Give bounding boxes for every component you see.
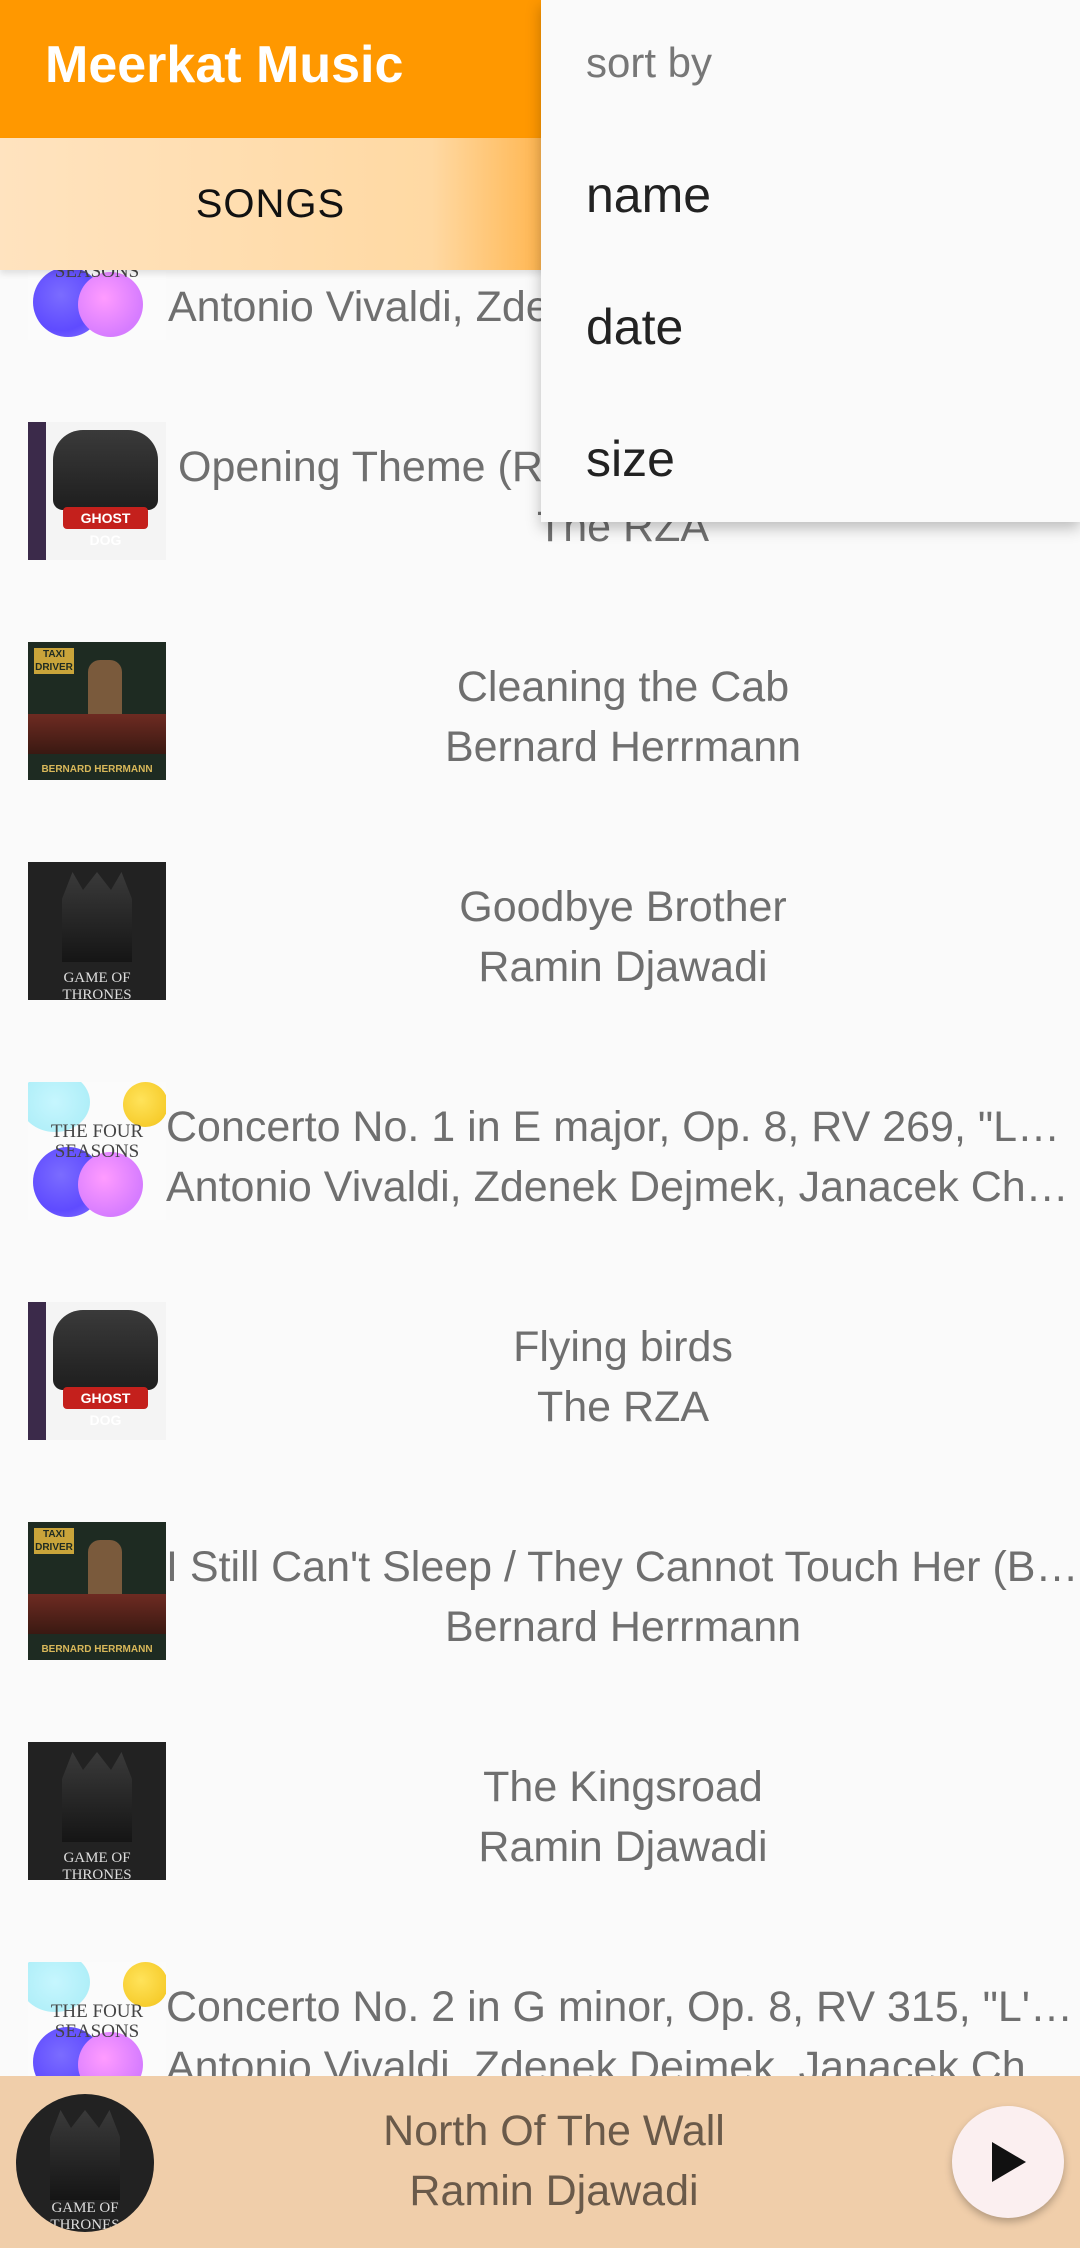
song-title: Flying birds bbox=[513, 1323, 733, 1371]
song-title: Goodbye Brother bbox=[459, 883, 787, 931]
album-art: THE FOUR SEASONS bbox=[28, 270, 166, 340]
song-row[interactable]: GAME OF THRONES Goodbye Brother Ramin Dj… bbox=[0, 822, 1080, 1042]
song-row[interactable]: GHOST DOG Flying birds The RZA bbox=[0, 1262, 1080, 1482]
song-artist: Ramin Djawadi bbox=[478, 1823, 768, 1871]
album-art: GAME OF THRONES bbox=[28, 1742, 166, 1880]
song-title: Concerto No. 2 in G minor, Op. 8, RV 315… bbox=[166, 1983, 1080, 2031]
now-playing-title: North Of The Wall bbox=[383, 2107, 725, 2155]
sort-option-date[interactable]: date bbox=[586, 292, 683, 362]
song-title: The Kingsroad bbox=[483, 1763, 763, 1811]
album-art: THE FOUR SEASONS bbox=[28, 1962, 166, 2076]
song-row[interactable]: TAXI DRIVER BERNARD HERRMANN Cleaning th… bbox=[0, 602, 1080, 822]
song-artist: Ramin Djawadi bbox=[478, 943, 768, 991]
song-artist: The RZA bbox=[536, 1383, 710, 1431]
song-title: Concerto No. 1 in E major, Op. 8, RV 269… bbox=[166, 1103, 1080, 1151]
song-artist: Bernard Herrmann bbox=[444, 1603, 802, 1651]
song-row[interactable]: GAME OF THRONES The Kingsroad Ramin Djaw… bbox=[0, 1702, 1080, 1922]
app-title: Meerkat Music bbox=[45, 36, 404, 94]
tab-songs[interactable]: SONGS bbox=[0, 138, 541, 270]
song-artist: Bernard Herrmann bbox=[444, 723, 802, 771]
song-row[interactable]: THE FOUR SEASONS Concerto No. 1 in E maj… bbox=[0, 1042, 1080, 1262]
album-art: TAXI DRIVER BERNARD HERRMANN bbox=[28, 642, 166, 780]
song-title: I Still Can't Sleep / They Cannot Touch … bbox=[166, 1543, 1080, 1591]
song-title: Cleaning the Cab bbox=[456, 663, 790, 711]
album-art: GAME OF THRONES bbox=[28, 862, 166, 1000]
sort-option-name[interactable]: name bbox=[586, 160, 711, 230]
sort-option-size[interactable]: size bbox=[586, 424, 675, 494]
sort-menu: sort by name date size bbox=[541, 0, 1080, 522]
song-list[interactable]: THE FOUR SEASONS Antonio Vivaldi, Zdenek… bbox=[0, 270, 1080, 2076]
album-art: TAXI DRIVER BERNARD HERRMANN bbox=[28, 1522, 166, 1660]
song-artist: Antonio Vivaldi, Zdenek Dejmek, Janacek … bbox=[166, 1163, 1080, 1211]
sort-menu-header: sort by bbox=[586, 39, 713, 86]
album-art: GHOST DOG bbox=[28, 422, 166, 560]
song-row[interactable]: THE FOUR SEASONS Concerto No. 2 in G min… bbox=[0, 1922, 1080, 2076]
play-icon bbox=[992, 2142, 1026, 2182]
album-art: THE FOUR SEASONS bbox=[28, 1082, 166, 1220]
now-playing-bar[interactable]: GAME OF THRONES North Of The Wall Ramin … bbox=[0, 2076, 1080, 2248]
now-playing-artist: Ramin Djawadi bbox=[409, 2167, 699, 2215]
song-row[interactable]: TAXI DRIVER BERNARD HERRMANN I Still Can… bbox=[0, 1482, 1080, 1702]
now-playing-album-art: GAME OF THRONES bbox=[16, 2094, 154, 2232]
play-button[interactable] bbox=[952, 2106, 1064, 2218]
song-artist: Antonio Vivaldi, Zdenek Dejmek, Janacek … bbox=[166, 2043, 1080, 2076]
album-art: GHOST DOG bbox=[28, 1302, 166, 1440]
